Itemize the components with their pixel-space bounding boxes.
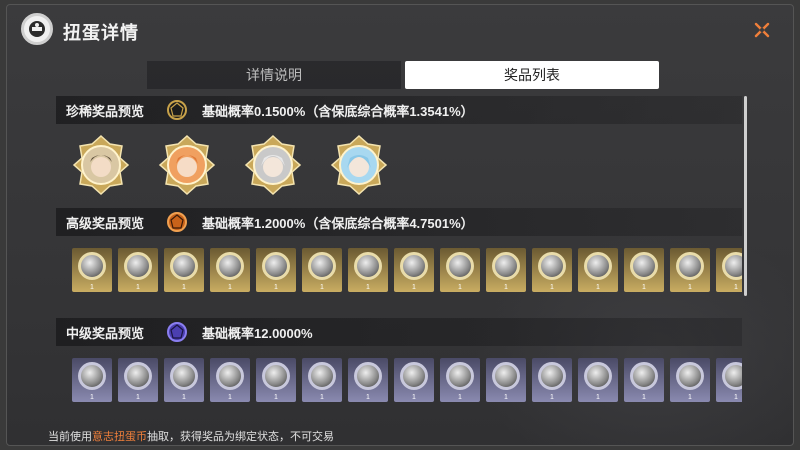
item-icon — [354, 252, 382, 280]
high-prize-item[interactable]: 1 — [532, 248, 572, 292]
item-icon — [400, 252, 428, 280]
item-icon — [676, 362, 704, 390]
item-icon — [400, 362, 428, 390]
character-portrait-icon — [158, 134, 216, 196]
high-prize-item[interactable]: 1 — [670, 248, 710, 292]
high-prize-item[interactable]: 1 — [72, 248, 112, 292]
scrollbar[interactable] — [744, 96, 747, 296]
mid-prize-item[interactable]: 1 — [532, 358, 572, 402]
rare-prize-medallion[interactable] — [242, 134, 304, 196]
item-icon — [538, 362, 566, 390]
item-icon — [308, 362, 336, 390]
rare-prize-medallion[interactable] — [328, 134, 390, 196]
item-icon — [584, 252, 612, 280]
high-prize-item[interactable]: 1 — [716, 248, 742, 292]
high-prize-item[interactable]: 1 — [210, 248, 250, 292]
rare-prize-medallion[interactable] — [70, 134, 132, 196]
item-icon — [262, 252, 290, 280]
high-prize-item[interactable]: 1 — [624, 248, 664, 292]
item-icon — [170, 362, 198, 390]
item-icon — [262, 362, 290, 390]
black-gold-orb-icon — [167, 100, 187, 120]
character-portrait-icon — [244, 134, 302, 196]
prize-list-content[interactable]: 珍稀奖品预览 基础概率0.1500%（含保底综合概率1.3541%） 高级奖品预… — [56, 96, 742, 402]
footer-suffix: 抽取，获得奖品为绑定状态，不可交易 — [147, 431, 334, 443]
high-prize-item[interactable]: 1 — [118, 248, 158, 292]
high-prize-row: 1 1 1 1 1 1 1 1 1 1 1 1 1 1 1 — [72, 248, 742, 292]
mid-prize-item[interactable]: 1 — [440, 358, 480, 402]
mid-prize-item[interactable]: 1 — [348, 358, 388, 402]
high-prize-item[interactable]: 1 — [164, 248, 204, 292]
item-icon — [538, 252, 566, 280]
mid-rate-text: 基础概率12.0000% — [202, 325, 313, 341]
close-x-icon — [754, 22, 770, 38]
high-section-label: 高级奖品预览 — [66, 215, 145, 231]
item-icon — [492, 362, 520, 390]
tab-bar: 详情说明 奖品列表 — [147, 61, 663, 89]
item-icon — [216, 252, 244, 280]
item-icon — [722, 362, 742, 390]
item-icon — [354, 362, 382, 390]
rare-rate-text: 基础概率0.1500%（含保底综合概率1.3541%） — [202, 103, 474, 119]
high-prize-item[interactable]: 1 — [348, 248, 388, 292]
mid-prize-item[interactable]: 1 — [670, 358, 710, 402]
mid-prize-row: 1 1 1 1 1 1 1 1 1 1 1 1 1 1 1 — [72, 358, 742, 402]
item-icon — [124, 252, 152, 280]
item-icon — [630, 362, 658, 390]
mid-prize-item[interactable]: 1 — [394, 358, 434, 402]
gacha-logo-icon — [21, 13, 53, 45]
rare-prize-medallion[interactable] — [156, 134, 218, 196]
character-portrait-icon — [330, 134, 388, 196]
mid-prize-item[interactable]: 1 — [72, 358, 112, 402]
rare-section-header: 珍稀奖品预览 基础概率0.1500%（含保底综合概率1.3541%） — [56, 96, 742, 124]
close-button[interactable] — [753, 21, 771, 39]
mid-prize-item[interactable]: 1 — [578, 358, 618, 402]
item-icon — [78, 362, 106, 390]
high-prize-item[interactable]: 1 — [256, 248, 296, 292]
mid-prize-item[interactable]: 1 — [118, 358, 158, 402]
high-prize-item[interactable]: 1 — [486, 248, 526, 292]
mid-prize-item[interactable]: 1 — [164, 358, 204, 402]
purple-orb-icon — [167, 322, 187, 342]
mid-prize-item[interactable]: 1 — [624, 358, 664, 402]
high-section-header: 高级奖品预览 基础概率1.2000%（含保底综合概率4.7501%） — [56, 208, 742, 236]
high-prize-item[interactable]: 1 — [394, 248, 434, 292]
high-prize-item[interactable]: 1 — [578, 248, 618, 292]
mid-prize-item[interactable]: 1 — [302, 358, 342, 402]
mid-prize-item[interactable]: 1 — [256, 358, 296, 402]
mid-prize-item[interactable]: 1 — [210, 358, 250, 402]
page-title: 扭蛋详情 — [63, 23, 139, 43]
item-icon — [216, 362, 244, 390]
item-icon — [584, 362, 612, 390]
item-icon — [446, 252, 474, 280]
item-icon — [308, 252, 336, 280]
item-icon — [676, 252, 704, 280]
item-icon — [124, 362, 152, 390]
orange-orb-icon — [167, 212, 187, 232]
tab-details[interactable]: 详情说明 — [147, 61, 401, 89]
footer-note: 当前使用意志扭蛋币抽取，获得奖品为绑定状态，不可交易 — [48, 428, 334, 444]
item-icon — [722, 252, 742, 280]
high-prize-item[interactable]: 1 — [302, 248, 342, 292]
mid-prize-item[interactable]: 1 — [716, 358, 742, 402]
character-portrait-icon — [72, 134, 130, 196]
item-icon — [630, 252, 658, 280]
mid-prize-item[interactable]: 1 — [486, 358, 526, 402]
high-prize-item[interactable]: 1 — [440, 248, 480, 292]
header: 扭蛋详情 — [7, 5, 793, 53]
high-rate-text: 基础概率1.2000%（含保底综合概率4.7501%） — [202, 215, 474, 231]
item-icon — [446, 362, 474, 390]
mid-section-label: 中级奖品预览 — [66, 325, 145, 341]
item-icon — [170, 252, 198, 280]
footer-prefix: 当前使用 — [48, 431, 92, 443]
rare-section-label: 珍稀奖品预览 — [66, 103, 145, 119]
item-icon — [78, 252, 106, 280]
tab-prize-list[interactable]: 奖品列表 — [405, 61, 659, 89]
item-icon — [492, 252, 520, 280]
footer-currency-name: 意志扭蛋币 — [92, 431, 147, 443]
mid-section-header: 中级奖品预览 基础概率12.0000% — [56, 318, 742, 346]
